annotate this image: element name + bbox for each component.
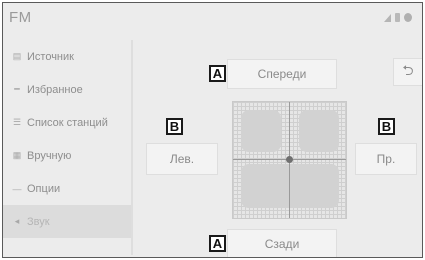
phone-icon: [395, 13, 400, 22]
sidebar-item-label: Вручную: [27, 149, 72, 162]
sidebar-item-favorites[interactable]: ━ Избранное: [3, 73, 131, 106]
sidebar-item-source[interactable]: ▤ Источник: [3, 40, 131, 73]
rear-seat: [241, 164, 339, 208]
balance-position-dot[interactable]: [286, 156, 293, 163]
marker-b-right: B: [378, 118, 395, 135]
source-icon: ▤: [12, 51, 22, 61]
marker-a-bottom: A: [209, 235, 226, 252]
sidebar-item-label: Звук: [27, 215, 50, 228]
sidebar-item-manual[interactable]: ▦ Вручную: [3, 139, 131, 172]
back-button[interactable]: ⮌: [393, 58, 422, 86]
front-button[interactable]: Спереди: [227, 59, 337, 89]
rear-button[interactable]: Сзади: [227, 229, 337, 257]
manual-icon: ▦: [12, 150, 22, 160]
sidebar-item-label: Избранное: [27, 83, 83, 96]
right-button[interactable]: Пр.: [355, 143, 417, 175]
screen: FM ▤ Источник ━ Избранное ☰ Список станц…: [2, 2, 423, 258]
left-button[interactable]: Лев.: [146, 143, 218, 175]
bluetooth-icon: [404, 13, 412, 22]
sidebar-item-sound[interactable]: ◂ Звук: [3, 205, 131, 238]
station-list-icon: ☰: [12, 117, 22, 127]
marker-a-top: A: [209, 65, 226, 82]
status-bar: [384, 13, 412, 22]
sidebar-item-station-list[interactable]: ☰ Список станций: [3, 106, 131, 139]
front-left-seat: [241, 110, 281, 152]
sound-icon: ◂: [14, 216, 20, 226]
sidebar-item-options[interactable]: — Опции: [3, 172, 131, 205]
options-icon: —: [12, 183, 22, 194]
sidebar-item-label: Опции: [27, 182, 61, 195]
signal-icon: [384, 13, 391, 22]
sidebar-item-label: Список станций: [27, 116, 108, 129]
sidebar: ▤ Источник ━ Избранное ☰ Список станций …: [3, 40, 131, 238]
marker-b-left: B: [166, 118, 183, 135]
page-title: FM: [9, 9, 32, 26]
balance-fader-grid[interactable]: [232, 101, 347, 219]
front-right-seat: [299, 110, 339, 152]
favorites-icon: ━: [14, 84, 20, 94]
sidebar-divider: [131, 40, 133, 255]
sidebar-item-label: Источник: [27, 50, 74, 63]
